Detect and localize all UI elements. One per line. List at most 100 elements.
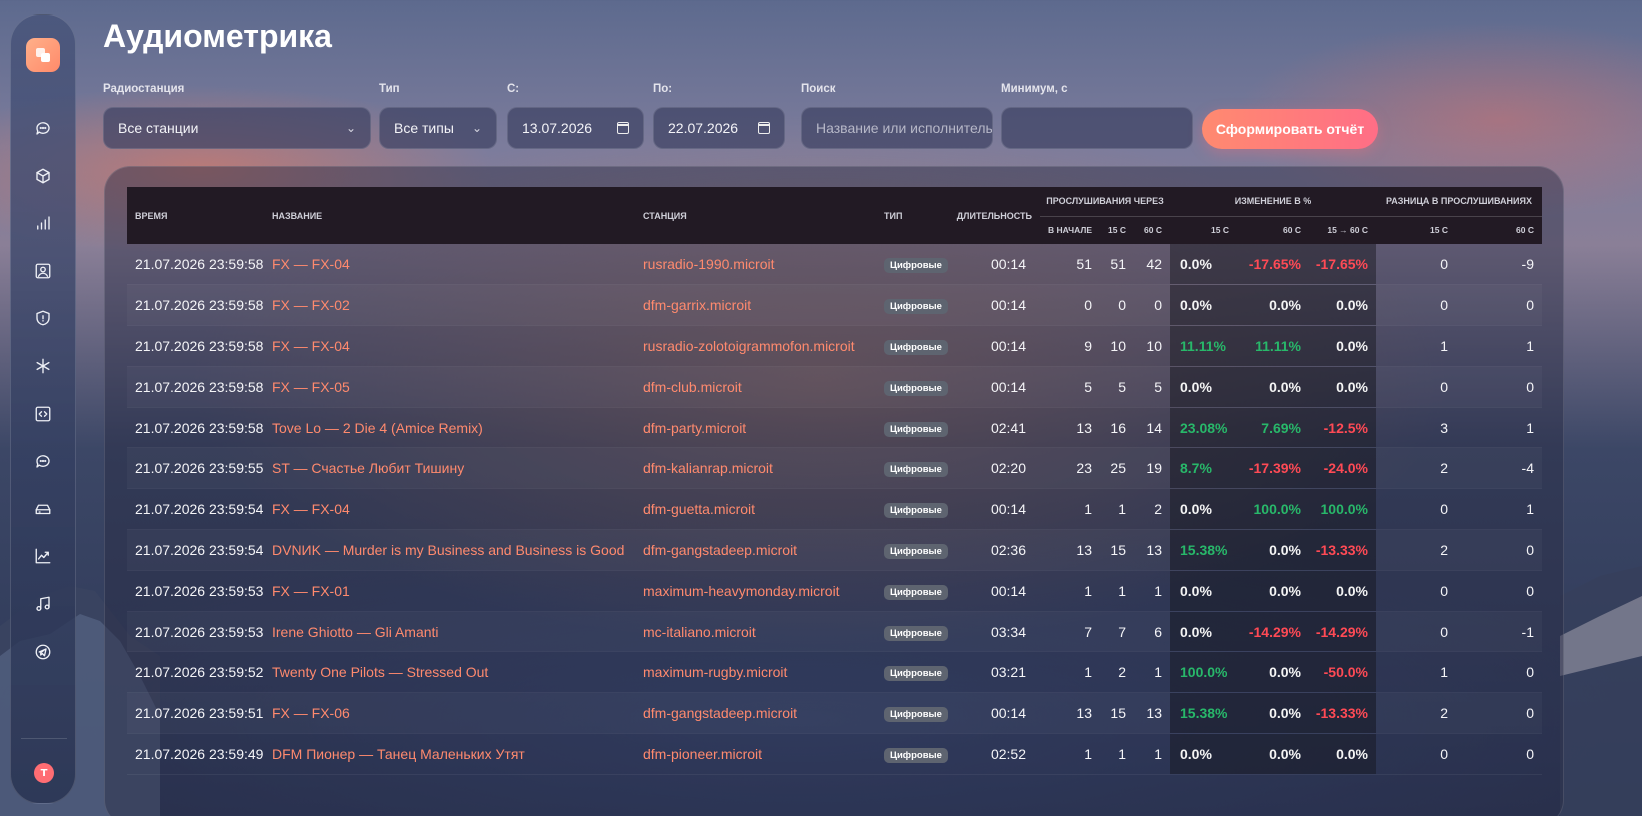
cell-name[interactable]: Tove Lo — 2 Die 4 (Amice Remix) xyxy=(264,407,635,449)
cell-name[interactable]: FX — FX-06 xyxy=(264,692,635,735)
percent-value: -12.5% xyxy=(1323,419,1368,436)
cell-name[interactable]: ST — Счастье Любит Тишину xyxy=(264,447,635,490)
cell-station[interactable]: maximum-heavymonday.microit xyxy=(635,570,876,612)
calendar-icon[interactable] xyxy=(617,122,629,134)
message-icon[interactable] xyxy=(23,441,63,481)
date-to-input[interactable]: 22.07.2026 xyxy=(653,107,785,149)
type-badge: Цифровые xyxy=(884,258,948,274)
bar-chart-icon[interactable] xyxy=(23,203,63,243)
cell-station[interactable]: dfm-guetta.microit xyxy=(635,488,876,531)
col-name[interactable]: Название xyxy=(264,187,635,244)
cell-duration: 00:14 xyxy=(952,284,1040,327)
cell-start: 1 xyxy=(1040,651,1100,694)
table-row[interactable]: 21.07.2026 23:59:58 FX — FX-05 dfm-club.mi… xyxy=(127,366,1542,408)
cell-station[interactable]: dfm-pioneer.microit xyxy=(635,733,876,775)
cell-station[interactable]: dfm-party.microit xyxy=(635,407,876,449)
cell-name[interactable]: Twenty One Pilots — Stressed Out xyxy=(264,651,635,694)
col-listens-15[interactable]: 15 с xyxy=(1100,216,1134,244)
type-select-value: Все типы xyxy=(394,120,454,136)
table-row[interactable]: 21.07.2026 23:59:52 Twenty One Pilots — S… xyxy=(127,651,1542,694)
col-change-60[interactable]: 60 с xyxy=(1237,216,1309,244)
cell-name[interactable]: Irene Ghiotto — Gli Amanti xyxy=(264,611,635,653)
cell-p15: 8.7% xyxy=(1170,447,1237,490)
table-row[interactable]: 21.07.2026 23:59:58 FX — FX-04 rusradio-19… xyxy=(127,244,1542,286)
cell-name[interactable]: FX — FX-04 xyxy=(264,244,635,286)
table-row[interactable]: 21.07.2026 23:59:53 FX — FX-01 maximum-hea… xyxy=(127,570,1542,612)
cell-p15: 0.0% xyxy=(1170,611,1237,653)
cell-d60: -9 xyxy=(1456,244,1542,286)
date-from-input[interactable]: 13.07.2026 xyxy=(507,107,644,149)
table-row[interactable]: 21.07.2026 23:59:51 FX — FX-06 dfm-gangsta… xyxy=(127,692,1542,735)
avatar[interactable]: T xyxy=(34,763,54,783)
cell-name[interactable]: DFM Пионер — Танец Маленьких Утят xyxy=(264,733,635,775)
cell-station[interactable]: dfm-garrix.microit xyxy=(635,284,876,327)
cell-p15: 0.0% xyxy=(1170,488,1237,531)
cell-name[interactable]: FX — FX-01 xyxy=(264,570,635,612)
col-duration[interactable]: Длительность xyxy=(952,187,1040,244)
code-icon[interactable] xyxy=(23,394,63,434)
cell-station[interactable]: dfm-club.microit xyxy=(635,366,876,408)
cube-icon[interactable] xyxy=(23,156,63,196)
cell-d15: 0 xyxy=(1376,570,1456,612)
cell-station[interactable]: mc-italiano.microit xyxy=(635,611,876,653)
telegram-icon[interactable] xyxy=(23,632,63,672)
cell-station[interactable]: rusradio-zolotoigrammofon.microit xyxy=(635,325,876,367)
cell-name[interactable]: FX — FX-05 xyxy=(264,366,635,408)
col-change-15-60[interactable]: 15 → 60 с xyxy=(1309,216,1376,244)
col-change-15[interactable]: 15 с xyxy=(1170,216,1237,244)
chat-icon[interactable] xyxy=(23,108,63,148)
cell-p60: 100.0% xyxy=(1237,488,1309,531)
asterisk-icon[interactable] xyxy=(23,346,63,386)
cell-name[interactable]: FX — FX-04 xyxy=(264,488,635,531)
drive-icon[interactable] xyxy=(23,489,63,529)
calendar-icon[interactable] xyxy=(758,122,770,134)
cell-d60: 1 xyxy=(1456,488,1542,531)
col-start[interactable]: в начале xyxy=(1040,216,1100,244)
table-row[interactable]: 21.07.2026 23:59:53 Irene Ghiotto — Gli A… xyxy=(127,611,1542,653)
type-select[interactable]: Все типы ⌄ xyxy=(379,107,497,149)
col-group-change: Изменение в % xyxy=(1170,187,1376,217)
cell-p60: 0.0% xyxy=(1237,692,1309,735)
cell-name[interactable]: FX — FX-04 xyxy=(264,325,635,367)
cell-s60: 13 xyxy=(1134,529,1170,571)
table-row[interactable]: 21.07.2026 23:59:58 Tove Lo — 2 Die 4 (Am… xyxy=(127,407,1542,449)
cell-s15: 2 xyxy=(1100,651,1134,694)
music-icon[interactable] xyxy=(23,584,63,624)
cell-station[interactable]: dfm-gangstadeep.microit xyxy=(635,692,876,735)
cell-station[interactable]: maximum-rugby.microit xyxy=(635,651,876,694)
percent-value: 7.69% xyxy=(1261,419,1301,436)
col-listens-60[interactable]: 60 с xyxy=(1134,216,1170,244)
minimum-input[interactable] xyxy=(1001,107,1193,149)
cell-name[interactable]: FX — FX-02 xyxy=(264,284,635,327)
table-row[interactable]: 21.07.2026 23:59:49 DFM Пионер — Танец Ма… xyxy=(127,733,1542,775)
table-row[interactable]: 21.07.2026 23:59:58 FX — FX-04 rusradio-zo… xyxy=(127,325,1542,367)
col-time[interactable]: Время xyxy=(127,187,264,244)
table-row[interactable]: 21.07.2026 23:59:54 FX — FX-04 dfm-guetta.… xyxy=(127,488,1542,531)
col-group-listens: Прослушивания через xyxy=(1040,187,1170,217)
table-row[interactable]: 21.07.2026 23:59:54 DVNИK — Murder is my … xyxy=(127,529,1542,571)
cell-p1560: -14.29% xyxy=(1309,611,1376,653)
type-badge: Цифровые xyxy=(884,503,948,519)
app-logo-icon[interactable] xyxy=(26,38,60,72)
trend-icon[interactable] xyxy=(23,536,63,576)
cell-station[interactable]: rusradio-1990.microit xyxy=(635,244,876,286)
generate-report-button[interactable]: Сформировать отчёт xyxy=(1202,109,1378,149)
table-row[interactable]: 21.07.2026 23:59:58 FX — FX-02 dfm-garrix.… xyxy=(127,284,1542,327)
shield-icon[interactable] xyxy=(23,298,63,338)
cell-time: 21.07.2026 23:59:58 xyxy=(127,244,264,286)
cell-station[interactable]: dfm-kalianrap.microit xyxy=(635,447,876,490)
col-station[interactable]: Станция xyxy=(635,187,876,244)
type-badge: Цифровые xyxy=(884,462,948,478)
table-row[interactable]: 21.07.2026 23:59:55 ST — Счастье Любит Ти… xyxy=(127,447,1542,490)
user-card-icon[interactable] xyxy=(23,251,63,291)
percent-value: 0.0% xyxy=(1180,582,1212,599)
cell-name[interactable]: DVNИK — Murder is my Business and Busine… xyxy=(264,529,635,571)
col-diff-60[interactable]: 60 с xyxy=(1456,216,1542,244)
station-select[interactable]: Все станции ⌄ xyxy=(103,107,371,149)
cell-station[interactable]: dfm-gangstadeep.microit xyxy=(635,529,876,571)
search-placeholder: Название или исполнитель xyxy=(816,120,993,136)
cell-duration: 02:52 xyxy=(952,733,1040,775)
col-diff-15[interactable]: 15 с xyxy=(1376,216,1456,244)
search-input[interactable]: Название или исполнитель xyxy=(801,107,993,149)
col-type[interactable]: Тип xyxy=(876,187,952,244)
